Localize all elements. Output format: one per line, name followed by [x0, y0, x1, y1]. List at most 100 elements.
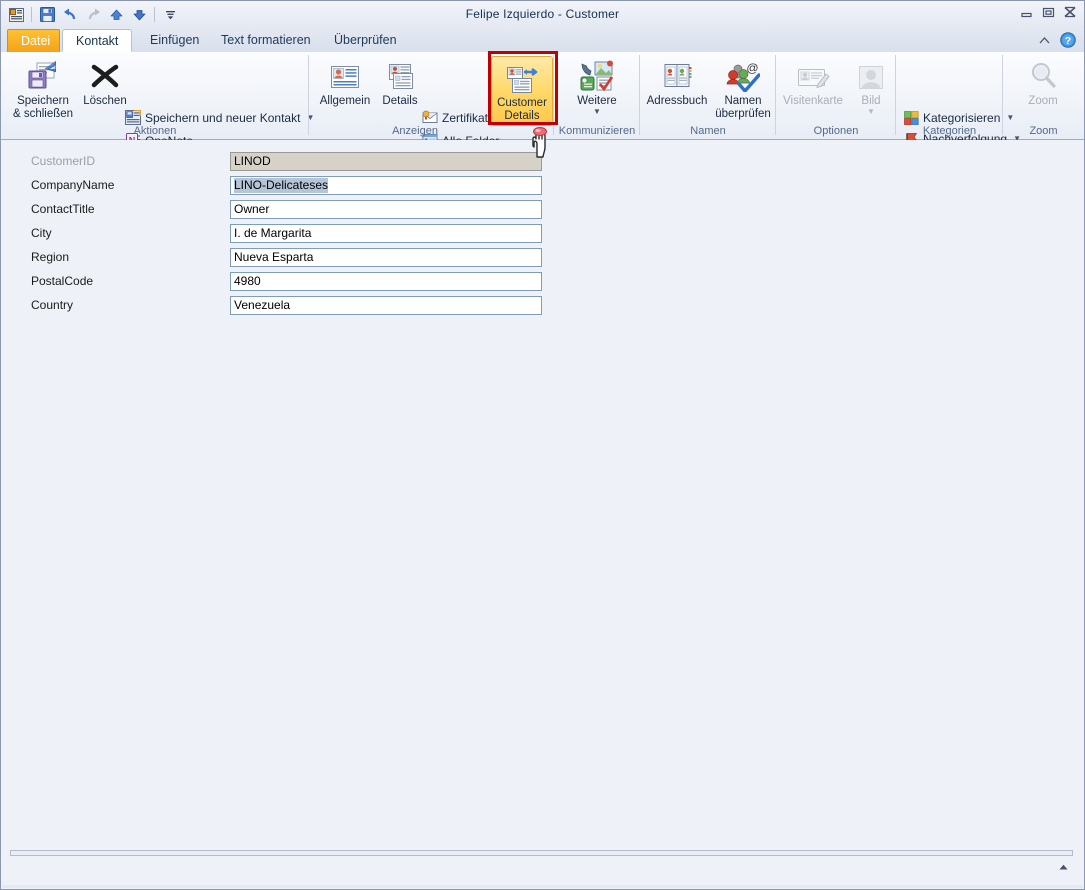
ribbon-button-loeschen[interactable]: Löschen	[79, 55, 131, 121]
window-controls[interactable]	[1018, 5, 1078, 19]
svg-text:?: ?	[1065, 35, 1071, 47]
ribbon-group-label: Optionen	[813, 125, 859, 137]
outlook-contact-window: Felipe Izquierdo - Customer Datei Kontak…	[0, 0, 1085, 890]
collapse-ribbon-icon[interactable]	[1038, 35, 1051, 46]
delete-x-icon	[88, 58, 122, 92]
field-label-country: Country	[31, 298, 74, 312]
ribbon-button-label: Allgemein	[319, 95, 371, 107]
field-label-region: Region	[31, 250, 70, 264]
ribbon-button-details[interactable]: Details	[374, 55, 426, 121]
ribbon-button-label: Namen	[724, 95, 762, 107]
ribbon-group-label: Zoom	[1029, 125, 1058, 137]
restore-icon[interactable]	[1040, 5, 1056, 19]
tab-strip-right-controls[interactable]: ?	[1038, 32, 1076, 48]
categorize-icon	[904, 110, 919, 125]
ribbon-button-label: Details	[382, 95, 418, 107]
field-value: Owner	[234, 202, 270, 216]
ribbon-button-label: Customer	[497, 97, 547, 109]
ribbon-button-label: Speichern	[17, 95, 69, 107]
ribbon-group-anzeigen: Allgemein Details Zertifikate Customer D…	[309, 52, 554, 148]
form-row-city: City I. de Margarita	[2, 224, 1083, 244]
ribbon-group-label: Kategorien	[922, 125, 977, 137]
field-input-region[interactable]: Nueva Esparta	[230, 248, 542, 267]
picture-placeholder-icon	[856, 58, 886, 92]
field-input-customer-id[interactable]: LINOD	[230, 152, 542, 171]
field-value: Nueva Esparta	[234, 250, 314, 264]
ribbon-group-zoom: Zoom Zoom	[1003, 52, 1084, 139]
ribbon-button-label: Speichern und neuer Kontakt	[145, 110, 301, 125]
ribbon-group-aktionen: Speichern & schließen Löschen Speichern …	[1, 52, 314, 148]
ribbon-button-visitenkarte[interactable]: Visitenkarte	[778, 55, 848, 121]
field-label-company-name: CompanyName	[31, 178, 115, 192]
chevron-up-icon[interactable]	[1058, 863, 1069, 871]
ribbon-button-speichern-schliessen[interactable]: Speichern & schließen	[7, 55, 79, 121]
save-and-close-icon	[26, 58, 60, 92]
ribbon-button-label: Löschen	[83, 95, 127, 107]
tab-einfuegen[interactable]: Einfügen	[137, 29, 212, 52]
details-cards-icon	[384, 58, 416, 92]
form-row-contact-title: ContactTitle Owner	[2, 200, 1083, 220]
svg-text:@: @	[746, 62, 758, 75]
customer-details-icon	[505, 60, 539, 94]
field-input-company-name[interactable]: LINO-Delicateses	[230, 176, 542, 195]
general-contact-card-icon	[329, 58, 361, 92]
ribbon-group-kategorien: Kategorisieren ▼ Nachverfolgung ▼ Privat	[896, 52, 1021, 167]
field-value: 4980	[234, 274, 261, 288]
ribbon-group-label: Namen	[690, 125, 726, 137]
ribbon-button-customer-details[interactable]: Customer Details	[491, 56, 553, 126]
ribbon-button-label-2: Details	[504, 109, 540, 122]
field-input-city[interactable]: I. de Margarita	[230, 224, 542, 243]
ribbon-button-zoom[interactable]: Zoom	[1013, 55, 1073, 121]
title-bar: Felipe Izquierdo - Customer	[1, 1, 1084, 28]
ribbon-button-label: Bild	[861, 95, 881, 107]
ribbon-group-label: Kommunizieren	[558, 125, 636, 137]
form-row-region: Region Nueva Esparta	[2, 248, 1083, 268]
ribbon-group-label: Anzeigen	[392, 125, 438, 137]
ribbon-button-label-2: & schließen	[12, 107, 74, 120]
ribbon-button-namen-ueberpruefen[interactable]: @ Namen überprüfen	[712, 55, 774, 121]
field-label-postal-code: PostalCode	[31, 274, 94, 288]
ribbon-button-label: Adressbuch	[646, 95, 708, 107]
help-icon[interactable]: ?	[1060, 32, 1076, 48]
ribbon-button-weitere[interactable]: Weitere ▼	[564, 55, 630, 121]
mouse-cursor-hand	[529, 127, 559, 161]
ribbon-button-allgemein[interactable]: Allgemein	[316, 55, 374, 121]
certificate-icon	[422, 110, 438, 123]
ribbon-button-label: Kategorisieren	[923, 110, 1001, 125]
minimize-icon[interactable]	[1018, 5, 1034, 19]
field-input-postal-code[interactable]: 4980	[230, 272, 542, 291]
tab-text-formatieren[interactable]: Text formatieren	[208, 29, 324, 52]
business-card-icon	[796, 58, 830, 92]
chevron-down-icon[interactable]: ▼	[867, 107, 875, 115]
window-title: Felipe Izquierdo - Customer	[465, 7, 620, 21]
chevron-down-icon[interactable]: ▼	[593, 107, 601, 115]
address-book-icon	[660, 58, 694, 92]
field-label-city: City	[31, 226, 52, 240]
save-new-contact-icon	[125, 110, 141, 125]
status-bar-divider	[10, 850, 1073, 856]
ribbon-button-label: Visitenkarte	[783, 95, 843, 107]
field-value: LINO-Delicateses	[234, 178, 329, 193]
field-input-contact-title[interactable]: Owner	[230, 200, 542, 219]
ribbon-button-bild[interactable]: Bild ▼	[848, 55, 894, 121]
ribbon-button-label: Zoom	[1028, 95, 1058, 107]
window-bottom-edge	[2, 885, 1083, 888]
ribbon-group-optionen: Visitenkarte Bild ▼ Optionen	[776, 52, 896, 139]
communicate-more-icon	[579, 58, 615, 92]
ribbon-tab-strip[interactable]: Datei Kontakt Einfügen Text formatieren …	[1, 28, 1084, 53]
ribbon-group-namen: Adressbuch @ Namen überprüfen Namen	[640, 52, 776, 139]
close-icon[interactable]	[1062, 5, 1078, 19]
tab-ueberpruefen[interactable]: Überprüfen	[321, 29, 410, 52]
field-value: I. de Margarita	[234, 226, 312, 240]
tab-datei[interactable]: Datei	[7, 29, 60, 52]
field-input-country[interactable]: Venezuela	[230, 296, 542, 315]
field-label-contact-title: ContactTitle	[31, 202, 95, 216]
form-row-country: Country Venezuela	[2, 296, 1083, 316]
field-label-customer-id: CustomerID	[31, 154, 96, 168]
ribbon-group-label: Aktionen	[133, 125, 177, 137]
form-row-company-name: CompanyName LINO-Delicateses	[2, 176, 1083, 196]
ribbon-button-adressbuch[interactable]: Adressbuch	[642, 55, 712, 121]
ribbon-group-kommunizieren: Weitere ▼ Kommunizieren	[554, 52, 640, 139]
tab-kontakt[interactable]: Kontakt	[62, 29, 132, 52]
check-names-icon: @	[726, 58, 760, 92]
